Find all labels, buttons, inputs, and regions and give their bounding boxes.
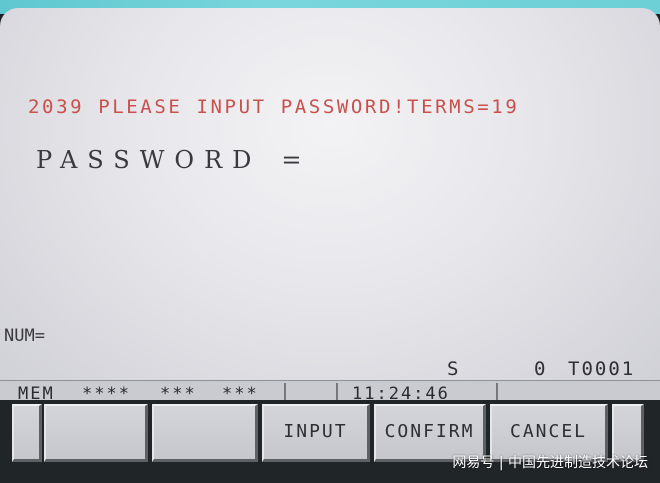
softkey-left-arrow[interactable]: [12, 404, 42, 462]
tool-number: T0001: [568, 358, 636, 380]
password-row[interactable]: PASSWORD =: [36, 146, 312, 174]
status-field-1: ****: [82, 384, 131, 400]
softkey-1[interactable]: [44, 404, 148, 462]
status-divider: [496, 383, 498, 400]
input-button[interactable]: INPUT: [262, 404, 370, 462]
status-divider: [336, 383, 338, 400]
status-divider: [284, 383, 286, 400]
mode-indicator: MEM: [18, 384, 55, 400]
spindle-label: S: [447, 358, 461, 380]
status-bar: MEM **** *** *** 11:24:46: [0, 380, 660, 400]
softkey-2[interactable]: [152, 404, 258, 462]
cnc-display-frame: 2039 PLEASE INPUT PASSWORD!TERMS=19 PASS…: [0, 0, 660, 483]
spindle-value: 0: [534, 358, 548, 380]
clock: 11:24:46: [352, 384, 450, 400]
watermark-text: 网易号 | 中国先进制造技术论坛: [452, 455, 648, 471]
status-field-3: ***: [222, 384, 259, 400]
cnc-screen: 2039 PLEASE INPUT PASSWORD!TERMS=19 PASS…: [0, 8, 660, 400]
alarm-message: 2039 PLEASE INPUT PASSWORD!TERMS=19: [28, 96, 520, 118]
num-input-label[interactable]: NUM=: [4, 326, 45, 346]
status-field-2: ***: [160, 384, 197, 400]
password-equals: =: [281, 146, 312, 174]
password-label: PASSWORD: [36, 146, 262, 174]
